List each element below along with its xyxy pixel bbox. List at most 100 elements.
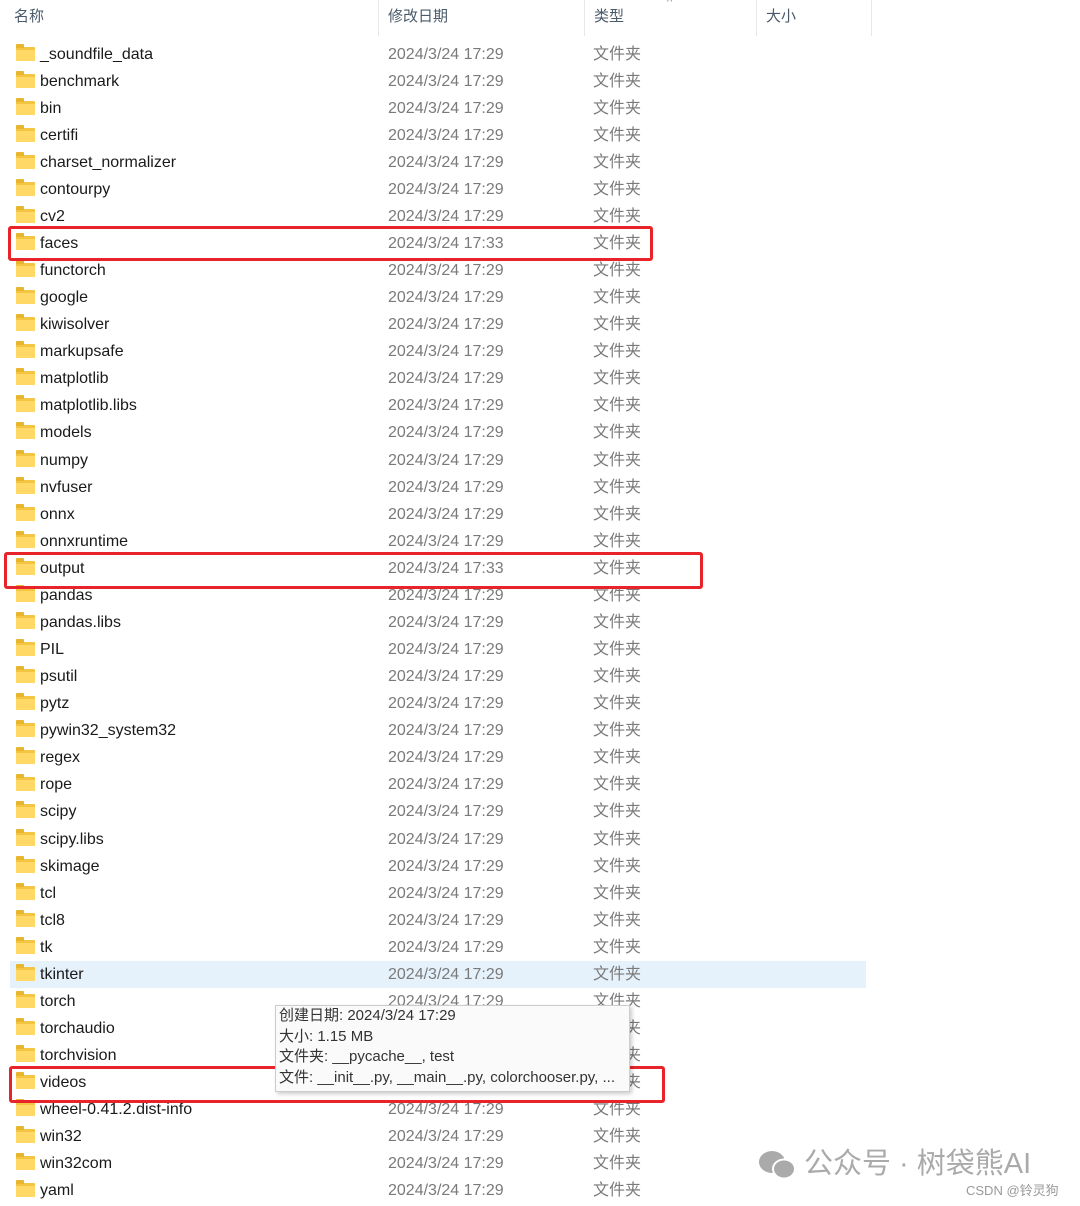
column-name[interactable]: 名称 [8, 0, 378, 36]
file-row[interactable]: markupsafe 2024/3/24 17:29 文件夹 [10, 338, 866, 365]
file-type: 文件夹 [593, 99, 642, 117]
file-name: skimage [40, 857, 100, 875]
file-row[interactable]: tk 2024/3/24 17:29 文件夹 [10, 934, 866, 961]
file-row[interactable]: matplotlib.libs 2024/3/24 17:29 文件夹 [10, 392, 866, 419]
file-row[interactable]: skimage 2024/3/24 17:29 文件夹 [10, 853, 866, 880]
file-row[interactable]: pandas.libs 2024/3/24 17:29 文件夹 [10, 609, 866, 636]
file-date: 2024/3/24 17:29 [388, 938, 504, 956]
file-date: 2024/3/24 17:29 [388, 749, 504, 767]
file-row[interactable]: onnxruntime 2024/3/24 17:29 文件夹 [10, 528, 866, 555]
column-date-modified[interactable]: 修改日期 [382, 0, 584, 36]
file-row[interactable]: psutil 2024/3/24 17:29 文件夹 [10, 663, 866, 690]
file-row[interactable]: kiwisolver 2024/3/24 17:29 文件夹 [10, 311, 866, 338]
file-date: 2024/3/24 17:29 [388, 262, 504, 280]
file-date: 2024/3/24 17:29 [388, 668, 504, 686]
folder-icon [16, 720, 35, 738]
file-type: 文件夹 [593, 370, 642, 388]
folder-icon [16, 368, 35, 386]
file-name: kiwisolver [40, 316, 110, 334]
folder-icon [16, 70, 35, 88]
folder-icon [16, 882, 35, 900]
file-row[interactable]: regex 2024/3/24 17:29 文件夹 [10, 744, 866, 771]
folder-icon [16, 639, 35, 657]
file-type: 文件夹 [593, 938, 642, 956]
file-row[interactable]: benchmark 2024/3/24 17:29 文件夹 [10, 68, 866, 95]
file-name: pytz [40, 695, 70, 713]
folder-icon [16, 693, 35, 711]
file-row[interactable]: numpy 2024/3/24 17:29 文件夹 [10, 447, 866, 474]
file-row[interactable]: google 2024/3/24 17:29 文件夹 [10, 284, 866, 311]
file-row[interactable]: functorch 2024/3/24 17:29 文件夹 [10, 257, 866, 284]
column-size[interactable]: 大小 [760, 0, 870, 36]
folder-icon [16, 341, 35, 359]
file-name: google [40, 289, 89, 307]
file-type: 文件夹 [593, 343, 642, 361]
file-name: matplotlib.libs [40, 397, 137, 415]
folder-icon [16, 43, 35, 61]
folder-icon [16, 936, 35, 954]
file-date: 2024/3/24 17:29 [388, 505, 504, 523]
file-date: 2024/3/24 17:29 [388, 45, 504, 63]
file-row[interactable]: tkinter 2024/3/24 17:29 文件夹 [10, 960, 866, 988]
folder-icon [16, 801, 35, 819]
file-row[interactable]: yaml 2024/3/24 17:29 文件夹 [10, 1177, 866, 1204]
folder-icon [16, 287, 35, 305]
file-name: bin [40, 99, 62, 117]
file-row[interactable]: contourpy 2024/3/24 17:29 文件夹 [10, 176, 866, 203]
file-type: 文件夹 [593, 316, 642, 334]
file-type: 文件夹 [593, 641, 642, 659]
watermark-text: 公众号 · 树袋熊AI [804, 1148, 1032, 1180]
folder-icon [16, 990, 35, 1008]
file-date: 2024/3/24 17:29 [388, 695, 504, 713]
file-name: torchaudio [40, 1020, 115, 1038]
watermark: 公众号 · 树袋熊AI [758, 1140, 1031, 1182]
file-type: 文件夹 [593, 397, 642, 415]
file-name: charset_normalizer [40, 153, 177, 171]
file-type: 文件夹 [593, 668, 642, 686]
file-row[interactable]: win32com 2024/3/24 17:29 文件夹 [10, 1150, 866, 1177]
file-row[interactable]: tcl 2024/3/24 17:29 文件夹 [10, 880, 866, 907]
file-date: 2024/3/24 17:29 [388, 424, 504, 442]
folder-icon [16, 828, 35, 846]
folder-icon [16, 178, 35, 196]
file-row[interactable]: pytz 2024/3/24 17:29 文件夹 [10, 690, 866, 717]
file-name: benchmark [40, 72, 120, 90]
file-row[interactable]: onnx 2024/3/24 17:29 文件夹 [10, 501, 866, 528]
file-name: tkinter [40, 965, 84, 983]
file-type: 文件夹 [593, 289, 642, 307]
file-row[interactable]: scipy.libs 2024/3/24 17:29 文件夹 [10, 826, 866, 853]
file-row[interactable]: charset_normalizer 2024/3/24 17:29 文件夹 [10, 149, 866, 176]
file-row[interactable]: nvfuser 2024/3/24 17:29 文件夹 [10, 474, 866, 501]
file-date: 2024/3/24 17:29 [388, 316, 504, 334]
file-row[interactable]: bin 2024/3/24 17:29 文件夹 [10, 95, 866, 122]
folder-icon [16, 963, 35, 981]
file-row[interactable]: win32 2024/3/24 17:29 文件夹 [10, 1123, 866, 1150]
file-row[interactable]: pywin32_system32 2024/3/24 17:29 文件夹 [10, 717, 866, 744]
file-row[interactable]: PIL 2024/3/24 17:29 文件夹 [10, 636, 866, 663]
column-divider[interactable] [378, 0, 379, 36]
column-divider[interactable] [756, 0, 757, 36]
file-date: 2024/3/24 17:29 [388, 641, 504, 659]
file-name: markupsafe [40, 343, 124, 361]
file-row[interactable]: _soundfile_data 2024/3/24 17:29 文件夹 [10, 41, 866, 68]
folder-icon [16, 395, 35, 413]
file-type: 文件夹 [593, 478, 642, 496]
file-row[interactable]: scipy 2024/3/24 17:29 文件夹 [10, 798, 866, 825]
file-row[interactable]: tcl8 2024/3/24 17:29 文件夹 [10, 907, 866, 934]
column-divider[interactable] [584, 0, 585, 36]
file-row[interactable]: matplotlib 2024/3/24 17:29 文件夹 [10, 365, 866, 392]
file-type: 文件夹 [593, 965, 642, 983]
file-row[interactable]: certifi 2024/3/24 17:29 文件夹 [10, 122, 866, 149]
file-name: regex [40, 749, 81, 767]
file-type: 文件夹 [593, 451, 642, 469]
file-name: models [40, 424, 92, 442]
folder-icon [16, 97, 35, 115]
file-row[interactable]: rope 2024/3/24 17:29 文件夹 [10, 771, 866, 798]
file-name: onnxruntime [40, 532, 129, 550]
folder-icon [16, 205, 35, 223]
file-date: 2024/3/24 17:29 [388, 370, 504, 388]
file-type: 文件夹 [593, 911, 642, 929]
file-row[interactable]: models 2024/3/24 17:29 文件夹 [10, 419, 866, 446]
folder-icon [16, 611, 35, 629]
column-divider[interactable] [871, 0, 872, 36]
